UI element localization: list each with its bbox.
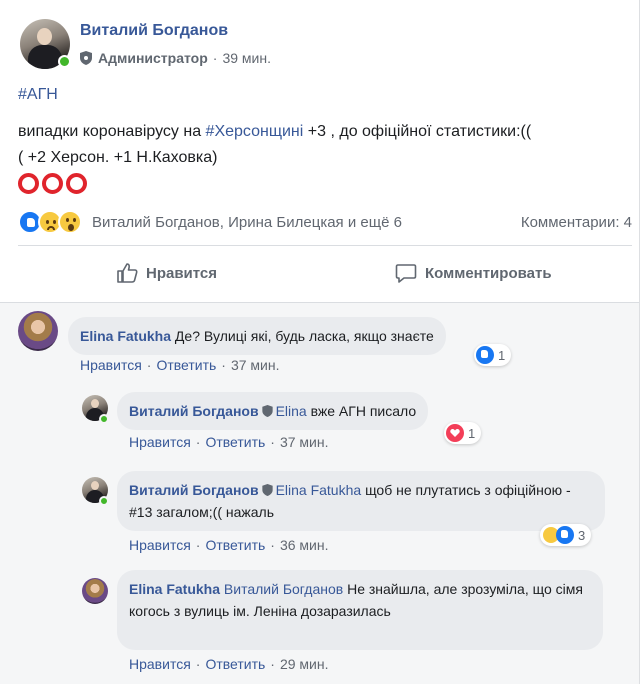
comment-actions: Нравится · Ответить · 37 мин. — [80, 357, 280, 373]
red-circle-icon — [18, 173, 39, 194]
comment-like-link[interactable]: Нравится — [129, 656, 191, 672]
divider — [0, 302, 639, 303]
comment-mention[interactable]: Elina Fatukha — [276, 482, 362, 498]
reaction-icons[interactable] — [18, 210, 82, 234]
thumbs-up-icon — [117, 263, 138, 283]
comment-like-link[interactable]: Нравится — [129, 434, 191, 450]
online-status-dot — [58, 55, 71, 68]
admin-shield-icon — [261, 484, 273, 496]
comment-actions: Нравится · Ответить · 37 мин. — [129, 434, 329, 450]
comment-reaction-count: 1 — [498, 347, 506, 363]
like-button[interactable]: Нравится — [116, 262, 217, 284]
post-text: випадки коронавірусу на #Херсонщині +3 ,… — [18, 119, 628, 171]
comment-timestamp[interactable]: 37 мин. — [280, 434, 329, 450]
comment-mention[interactable]: Elina — [276, 403, 307, 419]
action-separator: · — [195, 434, 201, 450]
comment-reactions[interactable]: 1 — [444, 422, 482, 444]
post-text-part: випадки коронавірусу на — [18, 123, 206, 140]
post-timestamp[interactable]: 39 мин. — [222, 50, 271, 66]
divider — [18, 245, 632, 246]
action-separator: · — [270, 434, 275, 450]
comment-timestamp[interactable]: 37 мин. — [231, 357, 280, 373]
meta-separator: · — [212, 50, 218, 66]
commenter-avatar[interactable] — [82, 578, 108, 604]
comment-reply-link[interactable]: Ответить — [205, 434, 265, 450]
comment-bubble-icon — [395, 264, 417, 283]
comment-reaction-count: 3 — [578, 527, 586, 543]
post-meta: Администратор · 39 мин. — [80, 50, 271, 66]
action-separator: · — [270, 656, 275, 672]
action-separator: · — [195, 537, 201, 553]
comments-count-link[interactable]: Комментарии: 4 — [521, 214, 632, 231]
online-status-dot — [99, 414, 109, 424]
comment-actions: Нравится · Ответить · 36 мин. — [129, 537, 329, 553]
like-reaction-icon — [476, 346, 494, 364]
comment-author-name[interactable]: Elina Fatukha — [80, 328, 171, 344]
comment-author-name[interactable]: Elina Fatukha — [129, 581, 220, 597]
post-hashtag-link[interactable]: #АГН — [18, 86, 58, 104]
comment-actions: Нравится · Ответить · 29 мин. — [129, 656, 329, 672]
action-separator: · — [146, 357, 152, 373]
post-text-part: +3 , до офіційної статистики:(( — [303, 123, 532, 140]
comment-button-label: Комментировать — [425, 264, 552, 282]
comment-bubble: Elina Fatukha Де? Вулиці які, будь ласка… — [68, 317, 446, 355]
action-separator: · — [195, 656, 201, 672]
admin-shield-icon — [261, 405, 273, 417]
comment-text: вже АГН писало — [310, 403, 417, 419]
comment-author-name[interactable]: Виталий Богданов — [129, 403, 259, 419]
comment-bubble: Виталий Богданов Elina Fatukha щоб не плу… — [117, 471, 605, 531]
comment-like-link[interactable]: Нравится — [80, 357, 142, 373]
action-separator: · — [221, 357, 226, 373]
red-circle-icon — [66, 173, 87, 194]
post-tag-link[interactable]: #Херсонщині — [206, 123, 304, 140]
online-status-dot — [99, 496, 109, 506]
comments-section: Elina Fatukha Де? Вулиці які, будь ласка… — [0, 303, 639, 684]
red-circle-icon — [42, 173, 63, 194]
red-circles-emoji — [18, 173, 87, 194]
comment-timestamp[interactable]: 29 мин. — [280, 656, 329, 672]
comment-text: Де? Вулиці які, будь ласка, якщо знаєте — [174, 328, 434, 344]
comment-button[interactable]: Комментировать — [395, 262, 552, 284]
comment-reactions[interactable]: 1 — [474, 344, 512, 366]
post-text-line2: ( +2 Херсон. +1 Н.Каховка) — [18, 149, 218, 166]
like-button-label: Нравится — [146, 264, 218, 282]
love-reaction-icon — [446, 424, 464, 442]
action-separator: · — [270, 537, 275, 553]
comment-author-name[interactable]: Виталий Богданов — [129, 482, 259, 498]
post-card: Виталий Богданов Администратор · 39 мин.… — [0, 0, 640, 684]
comment-bubble: Виталий Богданов Elina вже АГН писало — [117, 392, 429, 430]
post-author-name[interactable]: Виталий Богданов — [80, 22, 228, 40]
comment-reply-link[interactable]: Ответить — [205, 537, 265, 553]
admin-role-label: Администратор — [98, 50, 208, 66]
comment-bubble: Elina Fatukha Виталий Богданов Не знайшл… — [117, 570, 603, 650]
commenter-avatar[interactable] — [18, 311, 58, 351]
comment-reaction-count: 1 — [468, 425, 476, 441]
comment-like-link[interactable]: Нравится — [129, 537, 191, 553]
like-reaction-icon — [556, 526, 574, 544]
comment-reply-link[interactable]: Ответить — [205, 656, 265, 672]
reaction-names[interactable]: Виталий Богданов, Ирина Билецкая и ещё 6 — [92, 214, 402, 231]
wow-reaction-icon — [58, 210, 82, 234]
admin-shield-icon — [80, 51, 92, 65]
comment-timestamp[interactable]: 36 мин. — [280, 537, 329, 553]
comment-reply-link[interactable]: Ответить — [156, 357, 216, 373]
reactions-summary: Виталий Богданов, Ирина Билецкая и ещё 6… — [18, 210, 632, 236]
comment-reactions[interactable]: 3 — [540, 524, 592, 546]
comment-mention[interactable]: Виталий Богданов — [224, 581, 343, 597]
